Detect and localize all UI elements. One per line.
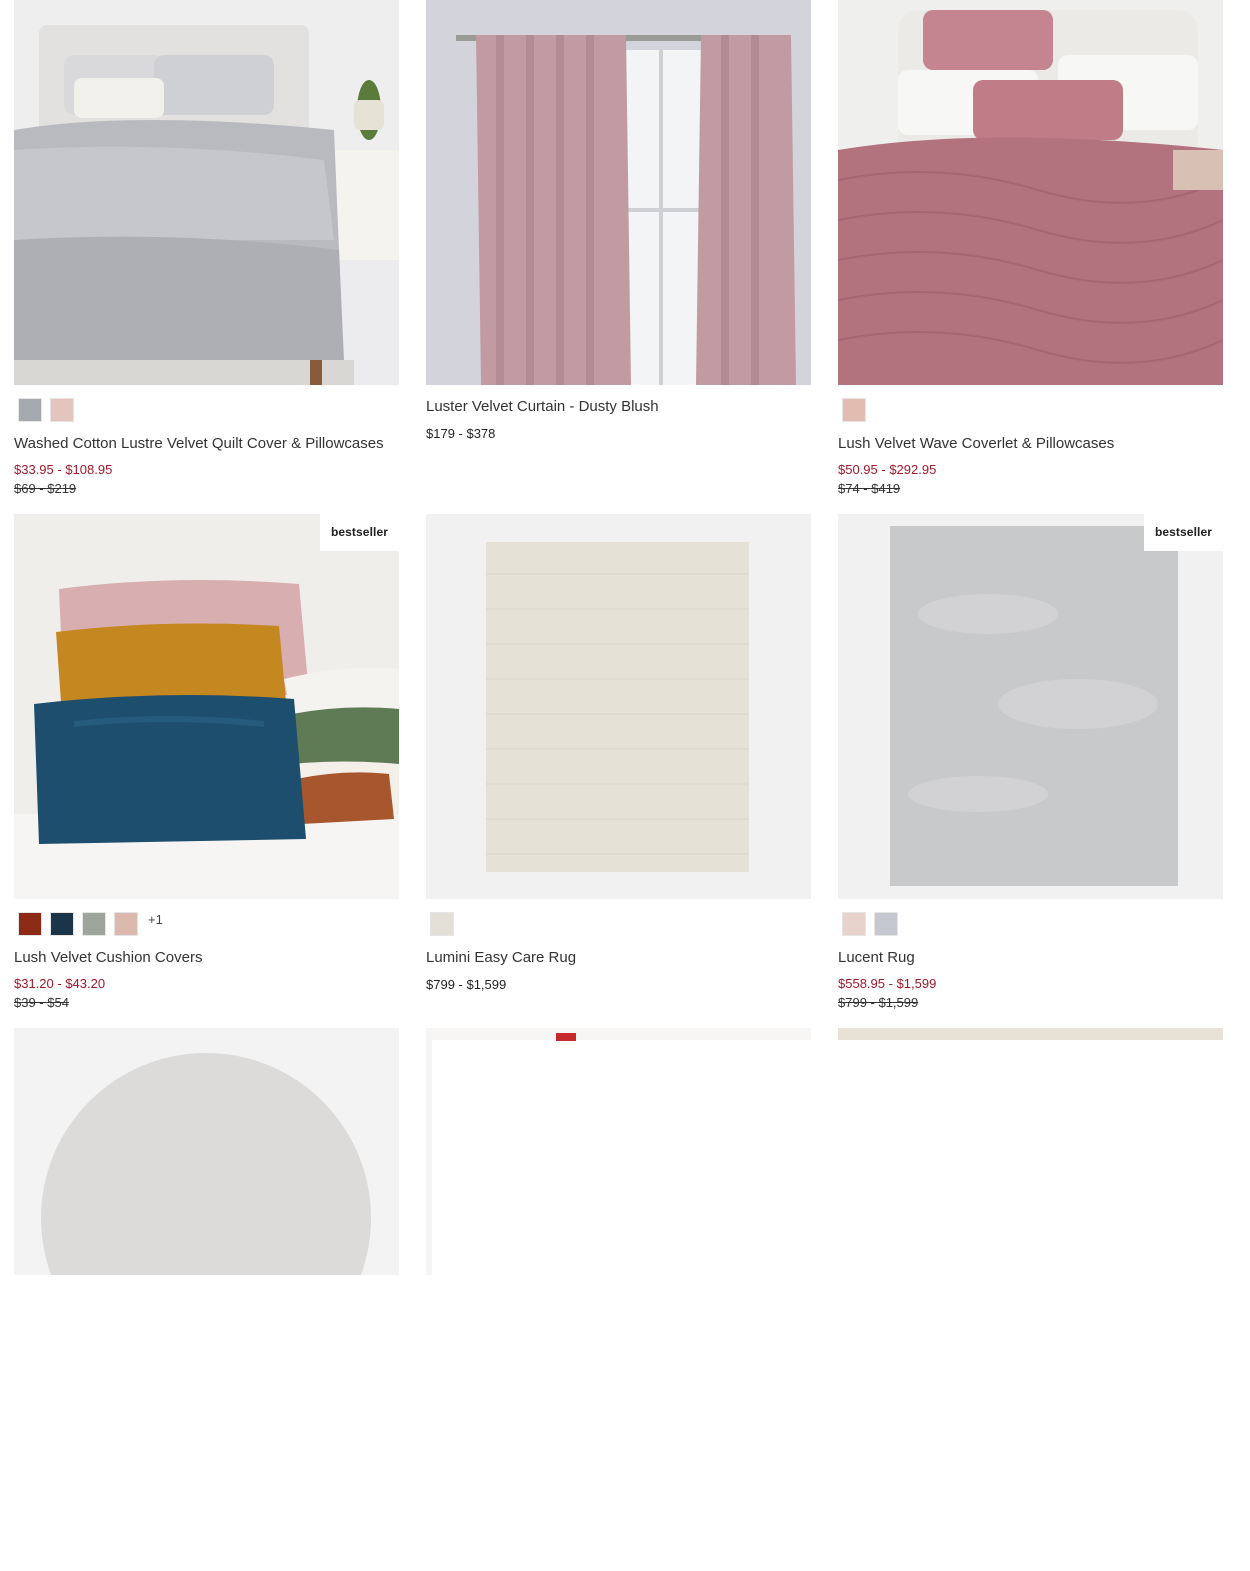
regular-price: $179 - $378: [426, 426, 496, 441]
original-price: $74 - $419: [838, 481, 901, 496]
product-card-lumini-rug[interactable]: Lumini Easy Care Rug $799 - $1,599: [426, 514, 811, 993]
swatch-sage[interactable]: [82, 912, 106, 936]
product-image-lucent-rug[interactable]: bestseller: [838, 514, 1223, 899]
curtain-image: [426, 0, 811, 385]
product-title[interactable]: Washed Cotton Lustre Velvet Quilt Cover …: [14, 435, 399, 453]
product-image-lumini-rug[interactable]: [426, 514, 811, 899]
product-title[interactable]: Luster Velvet Curtain - Dusty Blush: [426, 398, 811, 416]
product-image-round-rug[interactable]: [14, 1028, 399, 1275]
swatch-blush[interactable]: [842, 398, 866, 422]
product-image-cushion-covers[interactable]: bestseller: [14, 514, 399, 899]
swatch-blush[interactable]: [50, 398, 74, 422]
color-swatches: [426, 912, 811, 936]
product-title[interactable]: Lumini Easy Care Rug: [426, 949, 811, 967]
swatch-ivory[interactable]: [430, 912, 454, 936]
sale-price: $558.95 - $1,599: [838, 976, 937, 991]
sale-price: $31.20 - $43.20: [14, 976, 106, 991]
swatch-blush[interactable]: [114, 912, 138, 936]
color-swatches: [14, 398, 399, 422]
product-card-wave-coverlet[interactable]: Lush Velvet Wave Coverlet & Pillowcases …: [838, 0, 1223, 497]
product-image-curtain[interactable]: [426, 0, 811, 385]
bestseller-badge: bestseller: [319, 514, 399, 551]
original-price: $69 - $219: [14, 481, 77, 496]
product-title[interactable]: Lush Velvet Wave Coverlet & Pillowcases: [838, 435, 1223, 453]
product-title[interactable]: Lush Velvet Cushion Covers: [14, 949, 399, 967]
product-image-loading-2[interactable]: [838, 1028, 1223, 1040]
original-price: $799 - $1,599: [838, 995, 919, 1010]
original-price: $39 - $54: [14, 995, 69, 1010]
rug-grey-image: [838, 514, 1223, 899]
more-swatches-count[interactable]: +1: [148, 912, 163, 927]
swatch-navy[interactable]: [50, 912, 74, 936]
rug-cream-image: [426, 514, 811, 899]
color-swatches: [838, 912, 1223, 936]
product-card-lucent-rug[interactable]: bestseller Lucent Rug $558.95 - $1,599 $…: [838, 514, 1223, 1011]
product-image-wave-coverlet[interactable]: [838, 0, 1223, 385]
product-image-quilt-cover[interactable]: [14, 0, 399, 385]
sale-price: $50.95 - $292.95: [838, 462, 937, 477]
bed-grey-image: [14, 0, 399, 385]
cushions-image: [14, 514, 399, 899]
product-card-curtain[interactable]: Luster Velvet Curtain - Dusty Blush $179…: [426, 0, 811, 442]
swatch-grey[interactable]: [874, 912, 898, 936]
red-accent: [556, 1033, 576, 1041]
swatch-grey[interactable]: [18, 398, 42, 422]
color-swatches: +1: [14, 912, 399, 936]
product-card-cushion-covers[interactable]: bestseller +1 Lush Velvet Cushion Covers…: [14, 514, 399, 1011]
swatch-blush[interactable]: [842, 912, 866, 936]
color-swatches: [838, 398, 1223, 422]
product-title[interactable]: Lucent Rug: [838, 949, 1223, 967]
regular-price: $799 - $1,599: [426, 977, 507, 992]
round-rug-image: [14, 1028, 399, 1275]
swatch-rust[interactable]: [18, 912, 42, 936]
sale-price: $33.95 - $108.95: [14, 462, 113, 477]
bestseller-badge: bestseller: [1143, 514, 1223, 551]
bed-pink-image: [838, 0, 1223, 385]
product-card-quilt-cover[interactable]: Washed Cotton Lustre Velvet Quilt Cover …: [14, 0, 399, 497]
image-placeholder: [432, 1040, 811, 1275]
product-image-loading[interactable]: [426, 1028, 811, 1275]
